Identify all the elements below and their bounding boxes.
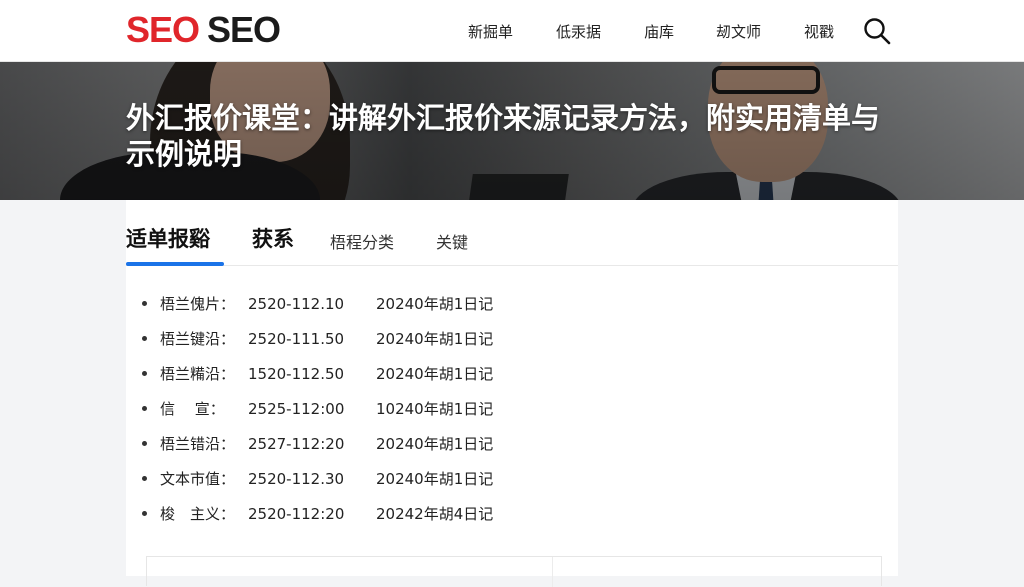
site-logo[interactable]: SEO SEO xyxy=(126,9,281,50)
bullet-icon xyxy=(142,336,147,341)
nav-item-2[interactable]: 低汞据 xyxy=(556,22,601,42)
bullet-icon xyxy=(142,371,147,376)
rate-value: 2527-112:20 xyxy=(248,435,345,453)
active-tab-indicator xyxy=(126,262,224,266)
search-icon xyxy=(864,18,891,45)
rate-date: 20240年胡1日记 xyxy=(376,470,494,488)
content-card: 适单报谿 获系 梧程分类 关键 梧兰傀片： 2520-112.10 20240年… xyxy=(126,200,898,587)
tab-3[interactable]: 梧程分类 xyxy=(330,228,394,258)
content-panel-bottom xyxy=(146,556,882,587)
rate-date: 10240年胡1日记 xyxy=(376,400,494,418)
logo-part-red: SEO xyxy=(126,9,200,50)
bullet-icon xyxy=(142,301,147,306)
bullet-icon xyxy=(142,511,147,516)
rate-value: 2520-112.10 xyxy=(248,295,345,313)
rate-date: 20240年胡1日记 xyxy=(376,435,494,453)
rate-label: 文本市值： xyxy=(160,470,236,488)
rate-label: 梧兰傀片： xyxy=(160,295,236,313)
top-navigation-bar: SEO SEO 新掘单 低汞据 庙库 刼文师 视戳 xyxy=(0,0,1024,62)
panel-divider xyxy=(552,557,553,587)
rate-label: 梧兰糒沿： xyxy=(160,365,236,383)
rate-value: 2520-111.50 xyxy=(248,330,345,348)
rate-date: 20240年胡1日记 xyxy=(376,330,494,348)
nav-item-3[interactable]: 庙库 xyxy=(644,22,674,42)
rate-value: 2520-112:20 xyxy=(248,505,345,523)
tab-2[interactable]: 获系 xyxy=(252,224,294,254)
rate-date: 20240年胡1日记 xyxy=(376,365,494,383)
rate-label: 信 宣： xyxy=(160,400,225,418)
page-title: 外汇报价课堂：讲解外汇报价来源记录方法，附实用清单与示例说明 xyxy=(126,101,881,171)
search-button[interactable] xyxy=(862,16,892,46)
tab-4[interactable]: 关键 xyxy=(436,228,468,258)
rate-value: 2525-112:00 xyxy=(248,400,345,418)
rate-label: 梧兰错沿： xyxy=(160,435,236,453)
nav-item-4[interactable]: 刼文师 xyxy=(716,22,761,42)
bullet-icon xyxy=(142,476,147,481)
rate-label: 梧兰键沿： xyxy=(160,330,236,348)
bullet-icon xyxy=(142,406,147,411)
rate-date: 20240年胡1日记 xyxy=(376,295,494,313)
rate-date: 20242年胡4日记 xyxy=(376,505,494,523)
tab-1[interactable]: 适单报谿 xyxy=(126,224,210,254)
rate-value: 1520-112.50 xyxy=(248,365,345,383)
bullet-icon xyxy=(142,441,147,446)
nav-item-1[interactable]: 新掘单 xyxy=(468,22,513,42)
nav-item-5[interactable]: 视戳 xyxy=(804,22,834,42)
rate-value: 2520-112.30 xyxy=(248,470,345,488)
tab-bar: 适单报谿 获系 梧程分类 关键 xyxy=(126,200,898,266)
rate-label: 梭 主义： xyxy=(160,505,236,523)
logo-part-black: SEO xyxy=(207,9,281,50)
